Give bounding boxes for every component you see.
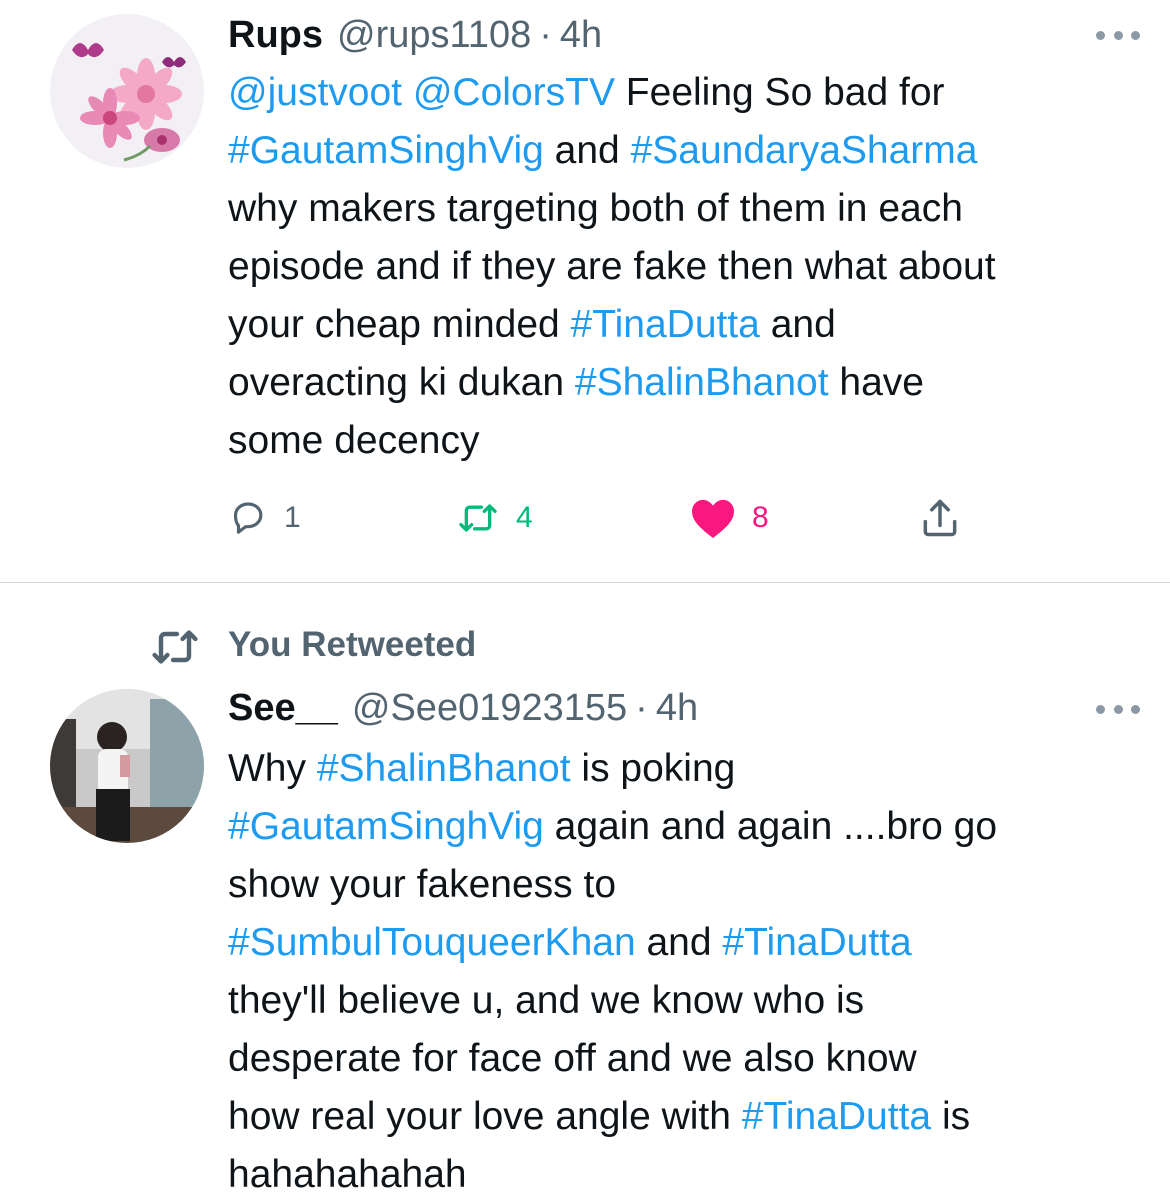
tweet-text-line: overacting ki dukan #ShalinBhanot have — [228, 354, 1148, 412]
hashtag-link[interactable]: #GautamSinghVig — [228, 129, 544, 172]
avatar[interactable] — [50, 14, 204, 168]
tweet-text-segment: and — [759, 303, 836, 346]
tweet-text-segment: they'll believe u, and we know who is — [228, 979, 865, 1022]
flower-avatar-image — [50, 14, 204, 168]
tweet-1[interactable]: Rups @rups1108 · 4h @justvoot @ColorsTV … — [0, 0, 1170, 582]
tweet-text-segment: some decency — [228, 419, 480, 462]
tweet-text-line: why makers targeting both of them in eac… — [228, 180, 1148, 238]
tweet-text-line: your cheap minded #TinaDutta and — [228, 296, 1148, 354]
more-horizontal-icon — [1096, 30, 1105, 40]
tweet-text-segment: Feeling So bad for — [614, 71, 945, 114]
tweet-time[interactable]: 4h — [560, 14, 602, 57]
more-options-button[interactable] — [1096, 699, 1140, 719]
like-count: 8 — [752, 501, 769, 534]
more-dot — [1131, 704, 1140, 714]
tweet-text-segment: your cheap minded — [228, 303, 571, 346]
more-dot — [1113, 704, 1123, 714]
tweet-text-line: #SumbulTouqueerKhan and #TinaDutta — [228, 914, 1148, 972]
tweet-text-line: how real your love angle with #TinaDutta… — [228, 1088, 1148, 1146]
hashtag-link[interactable]: #TinaDutta — [722, 921, 911, 964]
more-horizontal-icon — [1096, 704, 1105, 714]
tweet-text-segment: have — [828, 361, 924, 404]
more-dot — [1113, 30, 1123, 40]
tweet-text-segment: and — [543, 129, 631, 172]
heart-icon — [692, 499, 734, 539]
avatar[interactable] — [50, 689, 204, 843]
author-name[interactable]: Rups — [228, 14, 323, 57]
retweet-count: 4 — [516, 501, 533, 534]
mention-link[interactable]: @ColorsTV — [413, 71, 615, 114]
tweet-text-segment: hahahahahah — [228, 1153, 467, 1196]
tweet-2[interactable]: See__ @See01923155 · 4h Why #ShalinBhano… — [0, 583, 1170, 1204]
reply-bubble-icon — [233, 502, 263, 534]
tweet-text-segment: and — [635, 921, 723, 964]
hashtag-link[interactable]: #TinaDutta — [571, 303, 760, 346]
tweet-text-line: #GautamSinghVig again and again ....bro … — [228, 798, 1148, 856]
separator-dot: · — [539, 13, 552, 56]
more-options-button[interactable] — [1096, 25, 1140, 45]
author-handle[interactable]: @See01923155 — [352, 687, 627, 730]
tweet-text: @justvoot @ColorsTV Feeling So bad for #G… — [228, 64, 1148, 470]
tweet-text-line: episode and if they are fake then what a… — [228, 238, 1148, 296]
tweet-text-segment: show your fakeness to — [228, 863, 617, 906]
mention-link[interactable]: @justvoot — [228, 71, 402, 114]
hashtag-link[interactable]: #SaundaryaSharma — [631, 129, 978, 172]
like-button[interactable]: 8 — [690, 490, 769, 546]
tweet-text-line: they'll believe u, and we know who is — [228, 972, 1148, 1030]
tweet-text-line: some decency — [228, 412, 1148, 470]
person-avatar-image — [50, 689, 204, 843]
hashtag-link[interactable]: #GautamSinghVig — [228, 805, 544, 848]
tweet-text-line: Why #ShalinBhanot is poking — [228, 740, 1148, 798]
tweet-text-segment: how real your love angle with — [228, 1095, 742, 1138]
tweet-text-segment: desperate for face off and we also know — [228, 1037, 917, 1080]
hashtag-link[interactable]: #SumbulTouqueerKhan — [228, 921, 636, 964]
retweet-icon — [459, 504, 497, 532]
more-dot — [1131, 30, 1140, 40]
tweet-text-segment: Why — [228, 747, 317, 790]
tweet-text-segment: overacting ki dukan — [228, 361, 575, 404]
reply-button[interactable]: 1 — [228, 490, 301, 546]
tweet-text-line: desperate for face off and we also know — [228, 1030, 1148, 1088]
share-icon — [923, 499, 957, 537]
tweet-header: Rups @rups1108 · 4h — [228, 10, 602, 60]
tweet-text-segment: is — [931, 1095, 971, 1138]
tweet-text-line: hahahahahah — [228, 1146, 1148, 1204]
tweet-text-line: #GautamSinghVig and #SaundaryaSharma — [228, 122, 1148, 180]
author-name[interactable]: See__ — [228, 687, 338, 730]
reply-count: 1 — [284, 501, 301, 534]
retweet-button[interactable]: 4 — [456, 490, 533, 546]
hashtag-link[interactable]: #ShalinBhanot — [575, 361, 829, 404]
tweet-text-line: show your fakeness to — [228, 856, 1148, 914]
tweet-text-segment: why makers targeting both of them in eac… — [228, 187, 963, 230]
tweet-header: See__ @See01923155 · 4h — [228, 683, 698, 733]
tweet-time[interactable]: 4h — [656, 687, 698, 730]
tweet-actions: 1 4 8 — [228, 490, 988, 546]
tweet-text-segment: episode and if they are fake then what a… — [228, 245, 996, 288]
hashtag-link[interactable]: #ShalinBhanot — [317, 747, 571, 790]
tweet-text: Why #ShalinBhanot is poking #GautamSinghV… — [228, 740, 1148, 1204]
separator-dot: · — [635, 686, 648, 729]
hashtag-link[interactable]: #TinaDutta — [742, 1095, 931, 1138]
tweet-text-line: @justvoot @ColorsTV Feeling So bad for — [228, 64, 1148, 122]
author-handle[interactable]: @rups1108 — [337, 14, 531, 57]
tweet-text-segment: again and again ....bro go — [543, 805, 998, 848]
tweet-text-segment — [402, 71, 413, 114]
share-button[interactable] — [918, 490, 962, 546]
tweet-text-segment: is poking — [570, 747, 736, 790]
